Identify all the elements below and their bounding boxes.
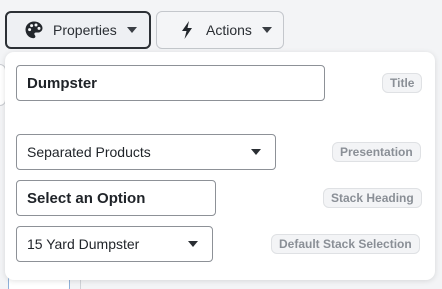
background-divider (80, 280, 81, 289)
chevron-down-icon (261, 27, 272, 33)
lightning-bolt-icon (177, 20, 197, 40)
default-stack-select[interactable]: 15 Yard Dumpster (16, 226, 213, 262)
title-tag: Title (382, 73, 423, 93)
stack-heading-tag: Stack Heading (323, 188, 422, 208)
chevron-down-icon (251, 149, 261, 155)
default-stack-tag: Default Stack Selection (271, 234, 420, 254)
stack-heading-input[interactable]: Select an Option (16, 180, 216, 216)
actions-button[interactable]: Actions (156, 11, 284, 49)
presentation-select-value: Separated Products (27, 144, 151, 160)
stage: Properties Actions Dumpster Title Separa… (0, 0, 442, 289)
chevron-down-icon (126, 27, 137, 33)
title-input[interactable]: Dumpster (16, 65, 325, 101)
chevron-down-icon (188, 241, 198, 247)
actions-label: Actions (206, 22, 252, 38)
presentation-select[interactable]: Separated Products (16, 134, 276, 170)
properties-label: Properties (53, 22, 117, 38)
properties-panel: Dumpster Title Separated Products Presen… (5, 52, 435, 280)
presentation-tag: Presentation (332, 142, 421, 162)
properties-button[interactable]: Properties (5, 11, 151, 49)
palette-icon (24, 20, 44, 40)
default-stack-select-value: 15 Yard Dumpster (27, 236, 140, 252)
